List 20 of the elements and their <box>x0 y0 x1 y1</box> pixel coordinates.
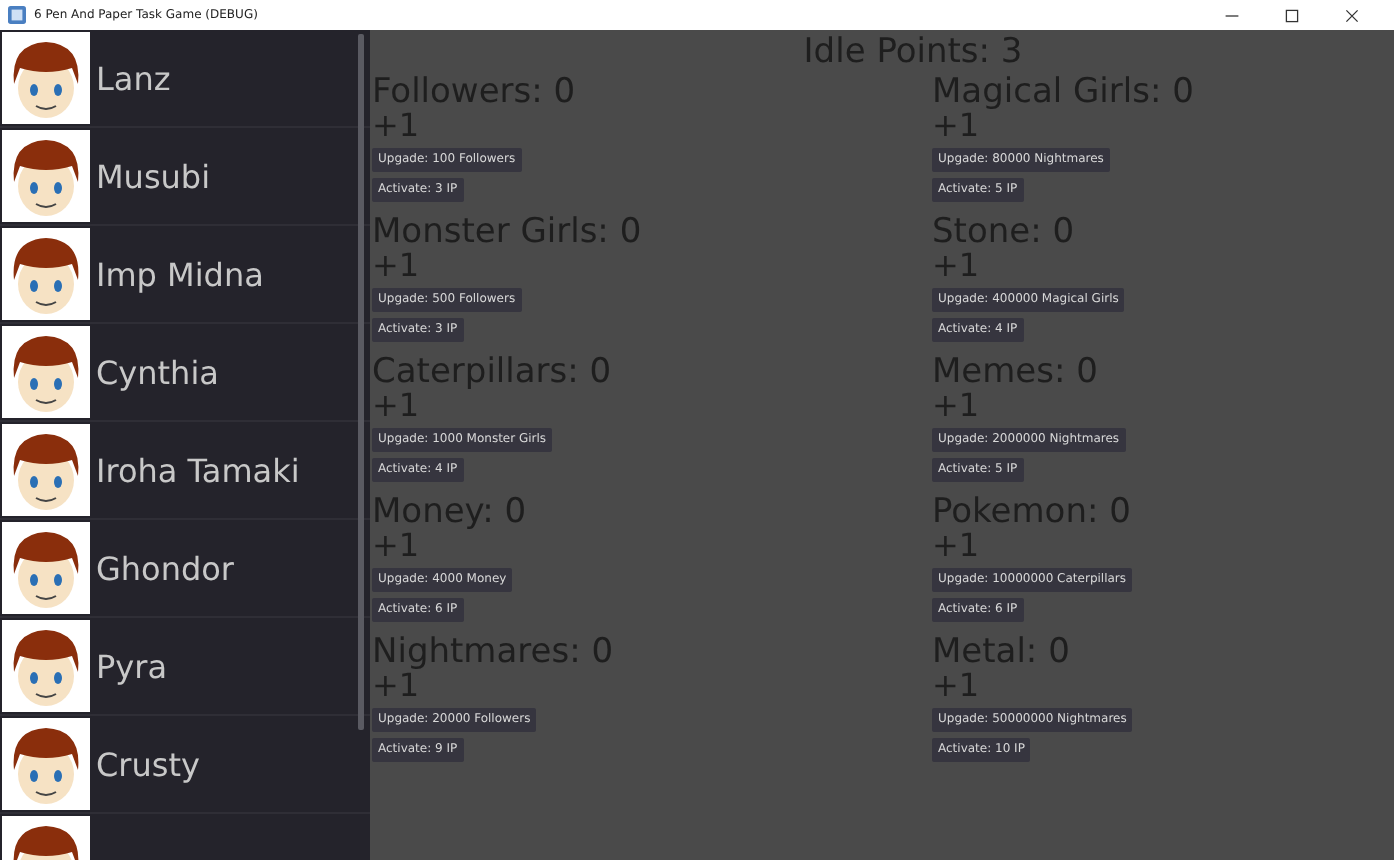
avatar-icon[interactable] <box>2 228 90 320</box>
avatar-icon[interactable] <box>2 718 90 810</box>
avatar-icon[interactable] <box>2 424 90 516</box>
character-name[interactable]: Imp Midna <box>96 255 264 293</box>
character-name[interactable]: Musubi <box>96 157 211 195</box>
avatar-icon[interactable] <box>2 620 90 712</box>
character-name[interactable]: Iroha Tamaki <box>96 451 300 489</box>
avatar-icon[interactable] <box>2 130 90 222</box>
character-name[interactable]: Ghondor <box>96 549 234 587</box>
scrollbar[interactable] <box>358 34 364 730</box>
character-name[interactable]: Pyra <box>96 647 167 685</box>
close-icon[interactable] <box>1344 7 1360 23</box>
character-name[interactable]: Crusty <box>96 745 200 783</box>
avatar-icon[interactable] <box>2 326 90 418</box>
avatar-icon[interactable] <box>2 32 90 124</box>
maximize-icon[interactable] <box>1284 7 1300 23</box>
avatar-icon[interactable] <box>2 522 90 614</box>
app-icon <box>8 6 26 24</box>
character-name[interactable]: Cynthia <box>96 353 219 391</box>
character-name[interactable]: Lanz <box>96 59 171 97</box>
